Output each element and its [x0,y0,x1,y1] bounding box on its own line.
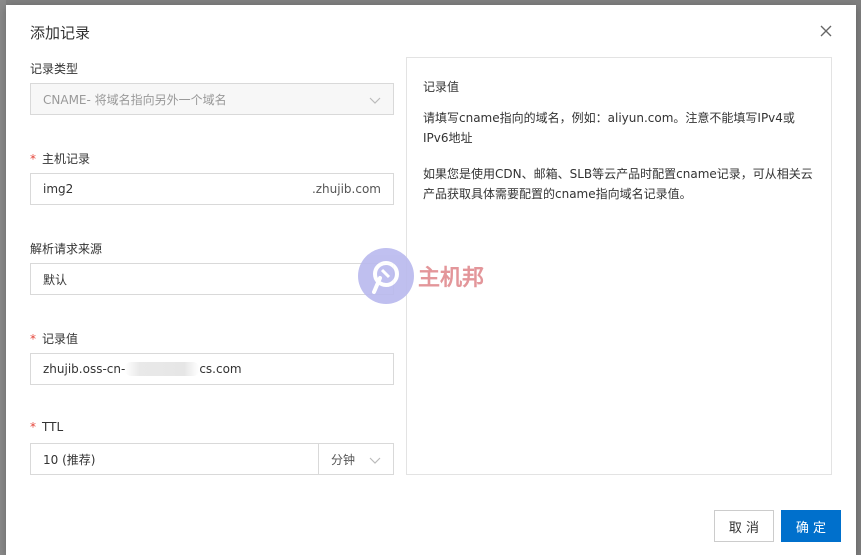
ttl-field: 10 (推荐) 分钟 [30,443,394,475]
record-type-label: 记录类型 [30,62,79,76]
required-mark: * [30,152,36,166]
record-type-select[interactable]: CNAME- 将域名指向另外一个域名 [30,83,394,115]
resolve-source-label: 解析请求来源 [30,242,103,256]
domain-suffix: .zhujib.com [311,182,381,196]
resolve-source-select[interactable]: 默认 [30,263,394,295]
add-record-dialog: 添加记录 记录类型 CNAME- 将域名指向另外一个域名 * 主机记录 img2 … [6,5,856,555]
required-mark: * [30,420,36,434]
watermark: 主机邦 [358,247,484,305]
close-icon[interactable] [818,23,834,39]
required-mark: * [30,332,36,346]
watermark-text: 主机邦 [418,265,485,291]
ttl-unit-select[interactable]: 分钟 [318,443,394,475]
host-record-label: * 主机记录 [30,152,91,166]
ttl-value: 10 (推荐) [43,452,96,467]
record-value-suffix: cs.com [199,362,242,376]
chevron-down-icon [369,97,381,104]
resolve-source-value: 默认 [43,272,68,287]
record-value-label: * 记录值 [30,332,79,346]
ttl-unit-value: 分钟 [331,452,356,467]
help-text-cname: 如果您是使用CDN、邮箱、SLB等云产品时配置cname记录，可从相关云产品获取… [423,167,813,201]
chevron-down-icon [369,457,381,464]
record-value-input[interactable]: zhujib.oss-cn- cs.com [30,353,394,385]
ttl-input[interactable]: 10 (推荐) [30,443,318,475]
confirm-button[interactable]: 确 定 [781,510,841,542]
help-panel-title: 记录值 [423,80,460,94]
host-record-input[interactable]: img2 .zhujib.com [30,173,394,205]
redacted-mask [125,362,200,376]
record-type-value: CNAME- 将域名指向另外一个域名 [43,92,227,107]
cancel-button[interactable]: 取 消 [714,510,774,542]
record-value-prefix: zhujib.oss-cn- [43,362,126,376]
help-text-example: 请填写cname指向的域名，例如：aliyun.com。注意不能填写IPv4或I… [423,111,795,145]
dialog-title: 添加记录 [30,24,91,42]
ttl-label: * TTL [30,420,64,434]
watermark-logo-icon [358,248,414,304]
host-record-value: img2 [43,182,74,196]
